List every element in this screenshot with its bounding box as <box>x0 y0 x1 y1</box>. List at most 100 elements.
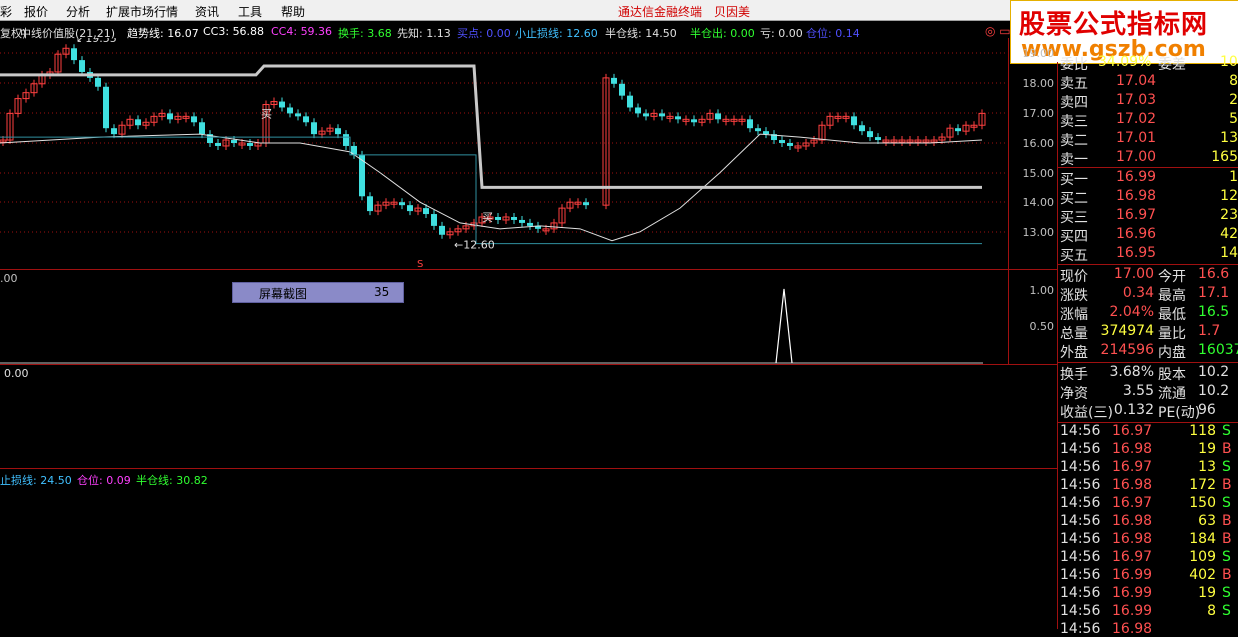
ask-price: 17.04 <box>1116 73 1157 89</box>
candle-down <box>111 128 117 135</box>
stat-label: 涨跌 <box>1060 288 1088 304</box>
tick-volume: 109 <box>1189 549 1216 565</box>
panel-divider <box>0 364 1058 365</box>
app-title: 通达信金融终端 <box>618 5 703 19</box>
candle-down <box>635 107 641 114</box>
candle-down <box>295 113 301 117</box>
low-price-label: ←12.60 <box>454 239 495 252</box>
stat-label: 外盘 <box>1060 345 1088 361</box>
stat-label: 总量 <box>1060 326 1088 342</box>
stat-value: 17.00 <box>1113 266 1154 282</box>
candle-down <box>619 83 625 96</box>
tick-time: 14:56 <box>1060 477 1101 493</box>
stock-name: 贝因美 <box>714 5 751 19</box>
main-kline-chart: ↙19.55←12.60买买S <box>0 38 1008 270</box>
ask-label: 卖二 <box>1060 133 1088 149</box>
candle-down <box>955 128 961 132</box>
half-position-line <box>0 64 982 189</box>
tick-volume: 19 <box>1198 585 1216 601</box>
fund-value: 10.2 <box>1198 364 1230 380</box>
candle-down <box>511 217 517 220</box>
candle-down <box>611 77 617 84</box>
divider <box>1058 167 1238 168</box>
screenshot-value: 35 <box>374 285 390 299</box>
menu-item-help[interactable]: 帮助 <box>281 3 305 20</box>
tick-volume: 150 <box>1189 495 1216 511</box>
bid-label: 买二 <box>1060 191 1088 207</box>
menu-item-news[interactable]: 资讯 <box>195 3 219 20</box>
tick-price: 16.99 <box>1112 585 1153 601</box>
ask-price: 17.03 <box>1116 92 1157 108</box>
candle-down <box>311 122 317 135</box>
candle-down <box>851 116 857 126</box>
ask-volume: 8 <box>1229 73 1238 89</box>
indicator-4: CC4: 59.36 <box>271 25 333 38</box>
bid-price: 16.96 <box>1116 226 1157 242</box>
webi-value: 34.09% <box>1098 54 1152 70</box>
bid-volume: 1 <box>1229 169 1238 185</box>
fund-value: 3.55 <box>1122 383 1154 399</box>
ask-price: 17.00 <box>1116 149 1157 165</box>
tick-time: 14:56 <box>1060 621 1101 637</box>
menu-item-color[interactable]: 彩 <box>0 3 12 20</box>
panel2-tick: 1.00 <box>1029 284 1055 297</box>
fund-value: 96 <box>1198 402 1216 418</box>
candle-down <box>95 77 101 87</box>
price-tick: 16.00 <box>1022 137 1055 150</box>
stat-value: 17.1 <box>1198 285 1230 301</box>
tick-price: 16.98 <box>1112 477 1153 493</box>
ask-label: 卖五 <box>1060 76 1088 92</box>
ask-price: 17.02 <box>1116 111 1157 127</box>
tick-time: 14:56 <box>1060 531 1101 547</box>
tick-price: 16.97 <box>1112 423 1153 439</box>
panel3-value: 0.00 <box>4 367 29 380</box>
tick-side: B <box>1222 477 1232 493</box>
buy-signal-label: 买 <box>261 107 272 120</box>
candle-down <box>407 205 413 212</box>
candle-down <box>199 122 205 135</box>
ask-volume: 2 <box>1229 92 1238 108</box>
tick-time: 14:56 <box>1060 603 1101 619</box>
high-price-label: ↙19.55 <box>76 38 117 45</box>
tick-price: 16.97 <box>1112 459 1153 475</box>
candle-down <box>303 116 309 123</box>
ask-label: 卖四 <box>1060 95 1088 111</box>
bid-price: 16.97 <box>1116 207 1157 223</box>
candle-down <box>755 128 761 132</box>
panel2-tick: 0.50 <box>1029 320 1055 333</box>
tick-side: S <box>1222 549 1231 565</box>
menu-item-tools[interactable]: 工具 <box>238 3 262 20</box>
fund-label: 换手 <box>1060 367 1088 383</box>
candle-down <box>583 202 589 206</box>
bid-volume: 14 <box>1220 245 1238 261</box>
bid-label: 买三 <box>1060 210 1088 226</box>
signal-panel <box>0 288 983 364</box>
price-tick: 19.00 <box>1022 47 1055 60</box>
candle-down <box>747 119 753 129</box>
stat-value: 16.5 <box>1198 304 1230 320</box>
candle-down <box>167 113 173 120</box>
panel-divider <box>0 468 1058 469</box>
candle-down <box>867 131 873 138</box>
tick-volume: 19 <box>1198 441 1216 457</box>
window-controls[interactable]: ◎ ▭ <box>985 24 1011 38</box>
ask-volume: 13 <box>1220 130 1238 146</box>
menu-item-extended-market[interactable]: 扩展市场行情 <box>106 3 178 20</box>
weicha-value: 103 <box>1220 54 1238 70</box>
bid-volume: 12 <box>1220 188 1238 204</box>
menu-item-analysis[interactable]: 分析 <box>66 3 90 20</box>
stat-label: 内盘 <box>1158 345 1186 361</box>
tick-time: 14:56 <box>1060 495 1101 511</box>
candle-down <box>787 143 793 146</box>
tick-volume: 63 <box>1198 513 1216 529</box>
tick-side: B <box>1222 441 1232 457</box>
candle-down <box>675 116 681 120</box>
candle-down <box>103 86 109 129</box>
tick-side: B <box>1222 513 1232 529</box>
tick-side: B <box>1222 531 1232 547</box>
tick-price: 16.98 <box>1112 441 1153 457</box>
tick-time: 14:56 <box>1060 567 1101 583</box>
menu-item-quote[interactable]: 报价 <box>24 3 48 20</box>
bid-price: 16.99 <box>1116 169 1157 185</box>
fund-value: 10.2 <box>1198 383 1230 399</box>
